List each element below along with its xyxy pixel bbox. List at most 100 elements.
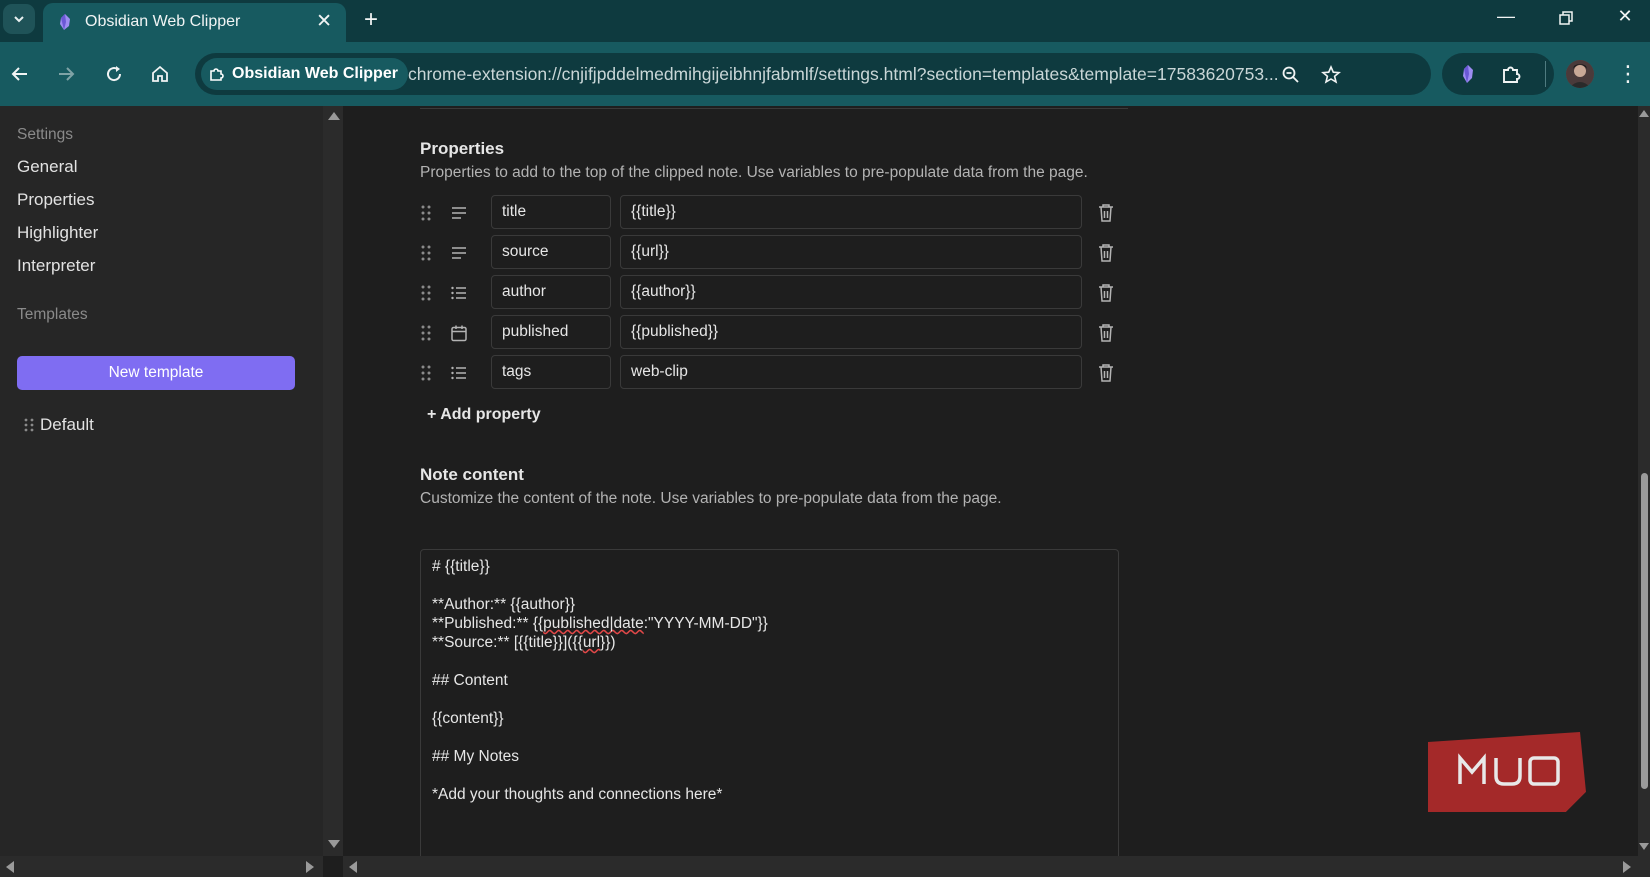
- toolbar-divider: [1545, 61, 1546, 87]
- property-row: author {{author}}: [420, 275, 1160, 311]
- drag-handle-icon[interactable]: [420, 324, 432, 342]
- scroll-up-arrow-icon[interactable]: [328, 112, 340, 120]
- template-item-default[interactable]: Default: [24, 415, 94, 435]
- note-content-description: Customize the content of the note. Use v…: [420, 490, 1002, 507]
- close-window-icon[interactable]: ✕: [1605, 6, 1645, 27]
- scroll-right-arrow-icon[interactable]: [306, 861, 314, 873]
- reload-icon[interactable]: [99, 59, 129, 89]
- note-line: **Published:** {{published|date:"YYYY-MM…: [432, 615, 768, 632]
- note-line: **Author:** {{author}}: [432, 596, 576, 613]
- add-property-button[interactable]: + Add property: [427, 406, 541, 424]
- muo-watermark-logo: [1428, 732, 1586, 812]
- tab-close-icon[interactable]: ✕: [316, 10, 332, 33]
- sidebar-item-properties[interactable]: Properties: [17, 190, 94, 210]
- forward-icon[interactable]: [51, 59, 81, 89]
- note-content-heading: Note content: [420, 465, 524, 484]
- property-value-input[interactable]: {{published}}: [620, 315, 1082, 349]
- previous-field-edge: [420, 104, 1128, 109]
- drag-handle-icon[interactable]: [24, 417, 34, 433]
- trash-icon[interactable]: [1097, 283, 1115, 303]
- note-line: **Source:** [{{title}}]({{url}}): [432, 634, 616, 651]
- settings-heading: Settings: [17, 126, 74, 143]
- sidebar-horizontal-scrollbar[interactable]: [0, 856, 323, 877]
- main-scrollbar[interactable]: [1638, 106, 1650, 856]
- active-tab[interactable]: Obsidian Web Clipper ✕: [43, 3, 346, 42]
- drag-handle-icon[interactable]: [420, 364, 432, 382]
- extensions-area: [1442, 53, 1554, 95]
- property-name-input[interactable]: author: [491, 275, 611, 309]
- scroll-down-arrow-icon[interactable]: [328, 840, 340, 848]
- trash-icon[interactable]: [1097, 323, 1115, 343]
- profile-avatar[interactable]: [1566, 60, 1594, 88]
- drag-handle-icon[interactable]: [420, 204, 432, 222]
- property-value-input[interactable]: {{title}}: [620, 195, 1082, 229]
- text-icon[interactable]: [450, 204, 468, 222]
- scroll-left-arrow-icon[interactable]: [349, 861, 357, 873]
- property-row: published {{published}}: [420, 315, 1160, 351]
- tab-search-button[interactable]: [3, 4, 35, 34]
- scroll-left-arrow-icon[interactable]: [6, 861, 14, 873]
- new-template-button[interactable]: New template: [17, 356, 295, 390]
- list-icon[interactable]: [450, 364, 468, 382]
- spellcheck-underline: published|date: [543, 615, 644, 632]
- property-name-input[interactable]: tags: [491, 355, 611, 389]
- obsidian-extension-icon[interactable]: [1456, 62, 1480, 86]
- sidebar-item-highlighter[interactable]: Highlighter: [17, 223, 98, 243]
- trash-icon[interactable]: [1097, 363, 1115, 383]
- chevron-down-icon: [14, 16, 24, 23]
- note-line: ## My Notes: [432, 748, 520, 765]
- property-name-input[interactable]: published: [491, 315, 611, 349]
- puzzle-icon: [210, 68, 224, 81]
- property-row: source {{url}}: [420, 235, 1160, 271]
- scroll-down-arrow-icon[interactable]: [1639, 843, 1649, 850]
- zoom-icon[interactable]: [1279, 63, 1303, 87]
- tab-title: Obsidian Web Clipper: [85, 13, 241, 30]
- restore-icon[interactable]: [1546, 6, 1586, 31]
- main-horizontal-scrollbar[interactable]: [343, 856, 1650, 877]
- drag-handle-icon[interactable]: [420, 244, 432, 262]
- note-line: *Add your thoughts and connections here*: [432, 786, 723, 803]
- scroll-up-arrow-icon[interactable]: [1639, 110, 1649, 117]
- extension-site-chip[interactable]: Obsidian Web Clipper: [201, 58, 408, 90]
- more-menu-icon[interactable]: ⋮: [1617, 60, 1639, 88]
- note-content-textarea[interactable]: # {{title}} **Author:** {{author}} **Pub…: [420, 549, 1119, 869]
- properties-heading: Properties: [420, 139, 505, 158]
- home-icon[interactable]: [145, 59, 175, 89]
- template-label: Default: [40, 415, 94, 434]
- extensions-puzzle-icon[interactable]: [1500, 62, 1524, 86]
- obsidian-logo-icon: [60, 14, 70, 30]
- browser-toolbar: Obsidian Web Clipper chrome-extension://…: [0, 42, 1650, 106]
- property-row: title {{title}}: [420, 195, 1160, 231]
- scroll-right-arrow-icon[interactable]: [1623, 861, 1631, 873]
- properties-description: Properties to add to the top of the clip…: [420, 164, 1088, 181]
- sidebar-item-interpreter[interactable]: Interpreter: [17, 256, 95, 276]
- note-line: # {{title}}: [432, 558, 490, 575]
- calendar-icon[interactable]: [450, 324, 468, 342]
- address-bar[interactable]: Obsidian Web Clipper chrome-extension://…: [195, 53, 1431, 95]
- trash-icon[interactable]: [1097, 243, 1115, 263]
- tab-strip: Obsidian Web Clipper ✕ + — ✕: [0, 0, 1650, 42]
- text-icon[interactable]: [450, 244, 468, 262]
- property-value-input[interactable]: web-clip: [620, 355, 1082, 389]
- url-text[interactable]: chrome-extension://cnjifjpddelmedmihgije…: [408, 64, 1279, 85]
- scrollbar-thumb[interactable]: [1641, 473, 1648, 789]
- trash-icon[interactable]: [1097, 203, 1115, 223]
- bookmark-star-icon[interactable]: [1319, 63, 1343, 87]
- sidebar-item-general[interactable]: General: [17, 157, 77, 177]
- back-icon[interactable]: [5, 59, 35, 89]
- drag-handle-icon[interactable]: [420, 284, 432, 302]
- note-line: ## Content: [432, 672, 508, 689]
- property-name-input[interactable]: title: [491, 195, 611, 229]
- sidebar-scrollbar[interactable]: [323, 106, 343, 856]
- minimize-icon[interactable]: —: [1486, 6, 1526, 27]
- property-value-input[interactable]: {{author}}: [620, 275, 1082, 309]
- extension-name: Obsidian Web Clipper: [232, 65, 398, 82]
- property-value-input[interactable]: {{url}}: [620, 235, 1082, 269]
- spellcheck-underline: url: [582, 634, 601, 651]
- note-line: {{content}}: [432, 710, 504, 727]
- property-row: tags web-clip: [420, 355, 1160, 391]
- new-tab-button[interactable]: +: [356, 6, 386, 34]
- property-name-input[interactable]: source: [491, 235, 611, 269]
- settings-sidebar: Settings General Properties Highlighter …: [0, 106, 323, 856]
- list-icon[interactable]: [450, 284, 468, 302]
